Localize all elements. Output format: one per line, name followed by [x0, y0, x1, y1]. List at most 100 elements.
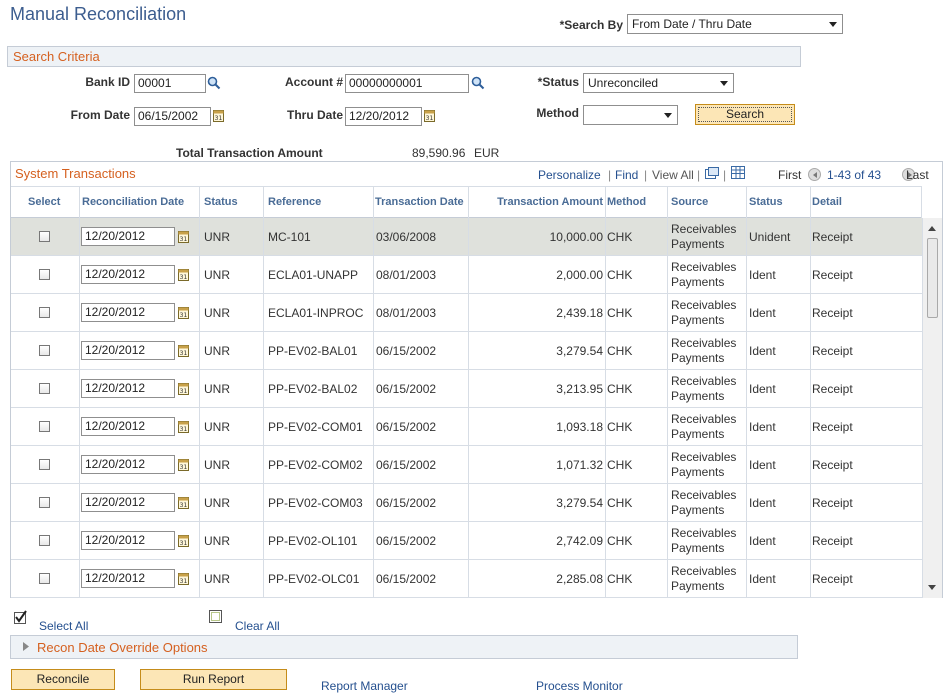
col-status-2[interactable]: Status — [747, 187, 811, 218]
clear-all-link[interactable]: Clear All — [235, 619, 280, 633]
vertical-scrollbar[interactable] — [922, 218, 942, 598]
status-cell: UNR — [200, 332, 264, 369]
recon-date-cell: 12/20/2012 31 — [80, 522, 200, 559]
table-row[interactable]: 12/20/2012 31 UNR ECLA01-UNAPP 08/01/2003 2,0… — [11, 256, 922, 294]
bank-id-input[interactable]: 00001 — [134, 74, 206, 93]
col-status[interactable]: Status — [200, 187, 264, 218]
table-row[interactable]: 12/20/2012 31 UNR ECLA01-INPROC 08/01/2003 2,… — [11, 294, 922, 332]
table-row[interactable]: 12/20/2012 31 UNR MC-101 03/06/2008 10,000.00… — [11, 218, 922, 256]
detail-cell[interactable]: Receipt — [811, 560, 922, 597]
row-select-checkbox[interactable] — [39, 421, 50, 432]
select-all-link[interactable]: Select All — [39, 619, 88, 633]
previous-page-icon[interactable] — [808, 168, 821, 182]
table-row[interactable]: 12/20/2012 31 UNR PP-EV02-BAL01 06/15/2002 3,… — [11, 332, 922, 370]
lookup-icon[interactable] — [207, 76, 221, 90]
status-select[interactable]: Unreconciled — [583, 73, 734, 93]
recon-date-input[interactable]: 12/20/2012 — [81, 455, 175, 474]
method-select[interactable] — [583, 105, 678, 125]
calendar-icon[interactable]: 31 — [178, 230, 189, 243]
calendar-icon[interactable]: 31 — [178, 306, 189, 319]
col-source[interactable]: Source — [668, 187, 747, 218]
process-monitor-link[interactable]: Process Monitor — [536, 679, 623, 693]
col-select[interactable]: Select — [11, 187, 80, 218]
recon-date-input[interactable]: 12/20/2012 — [81, 379, 175, 398]
calendar-icon[interactable]: 31 — [178, 420, 189, 433]
recon-date-input[interactable]: 12/20/2012 — [81, 569, 175, 588]
detail-cell[interactable]: Receipt — [811, 484, 922, 521]
calendar-icon[interactable]: 31 — [178, 344, 189, 357]
table-row[interactable]: 12/20/2012 31 UNR PP-EV02-OLC01 06/15/2002 2,… — [11, 560, 922, 598]
detail-cell[interactable]: Receipt — [811, 332, 922, 369]
transaction-amount-cell: 2,000.00 — [469, 256, 606, 293]
recon-date-input[interactable]: 12/20/2012 — [81, 303, 175, 322]
detail-cell[interactable]: Receipt — [811, 446, 922, 483]
download-spreadsheet-icon[interactable] — [731, 166, 745, 179]
total-amount-value: 89,590.96 — [412, 146, 466, 160]
recon-date-input[interactable]: 12/20/2012 — [81, 341, 175, 360]
row-select-checkbox[interactable] — [39, 383, 50, 394]
table-row[interactable]: 12/20/2012 31 UNR PP-EV02-OL101 06/15/2002 2,… — [11, 522, 922, 560]
view-all-link[interactable]: View All — [652, 168, 694, 182]
table-row[interactable]: 12/20/2012 31 UNR PP-EV02-COM02 06/15/2002 1,… — [11, 446, 922, 484]
row-select-checkbox[interactable] — [39, 573, 50, 584]
calendar-icon[interactable]: 31 — [178, 382, 189, 395]
row-select-checkbox[interactable] — [39, 231, 50, 242]
table-row[interactable]: 12/20/2012 31 UNR PP-EV02-COM01 06/15/2002 1,… — [11, 408, 922, 446]
grid-header-row: Select Reconciliation Date Status Refere… — [11, 186, 922, 218]
search-button[interactable]: Search — [695, 104, 795, 125]
scroll-thumb[interactable] — [927, 238, 938, 318]
calendar-icon[interactable]: 31 — [178, 458, 189, 471]
calendar-icon[interactable]: 31 — [213, 109, 224, 122]
recon-date-input[interactable]: 12/20/2012 — [81, 227, 175, 246]
table-row[interactable]: 12/20/2012 31 UNR PP-EV02-COM03 06/15/2002 3,… — [11, 484, 922, 522]
thru-date-input[interactable]: 12/20/2012 — [345, 107, 422, 126]
recon-date-input[interactable]: 12/20/2012 — [81, 493, 175, 512]
detail-cell[interactable]: Receipt — [811, 256, 922, 293]
row-select-checkbox[interactable] — [39, 497, 50, 508]
detail-cell[interactable]: Receipt — [811, 408, 922, 445]
search-by-select[interactable]: From Date / Thru Date — [627, 14, 843, 34]
detail-cell[interactable]: Receipt — [811, 294, 922, 331]
col-method[interactable]: Method — [606, 187, 668, 218]
select-all-icon[interactable] — [14, 610, 28, 624]
table-row[interactable]: 12/20/2012 31 UNR PP-EV02-BAL02 06/15/2002 3,… — [11, 370, 922, 408]
from-date-input[interactable]: 06/15/2002 — [134, 107, 211, 126]
personalize-link[interactable]: Personalize — [538, 168, 601, 182]
col-reference[interactable]: Reference — [264, 187, 374, 218]
recon-date-input[interactable]: 12/20/2012 — [81, 417, 175, 436]
new-window-icon[interactable] — [705, 167, 719, 179]
row-select-checkbox[interactable] — [39, 307, 50, 318]
row-select-checkbox[interactable] — [39, 459, 50, 470]
lookup-icon[interactable] — [471, 76, 485, 90]
find-link[interactable]: Find — [615, 168, 638, 182]
report-manager-link[interactable]: Report Manager — [321, 679, 408, 693]
calendar-icon[interactable]: 31 — [424, 109, 435, 122]
col-detail[interactable]: Detail — [811, 187, 922, 218]
scroll-down-icon[interactable] — [928, 585, 936, 590]
recon-date-input[interactable]: 12/20/2012 — [81, 265, 175, 284]
recon-override-section[interactable]: Recon Date Override Options — [10, 635, 798, 659]
calendar-icon[interactable]: 31 — [178, 572, 189, 585]
calendar-icon[interactable]: 31 — [178, 496, 189, 509]
reconcile-button[interactable]: Reconcile — [11, 669, 115, 690]
svg-text:31: 31 — [180, 464, 188, 471]
method-cell: CHK — [606, 256, 668, 293]
row-select-checkbox[interactable] — [39, 269, 50, 280]
detail-cell[interactable]: Receipt — [811, 218, 922, 255]
recon-date-input[interactable]: 12/20/2012 — [81, 531, 175, 550]
col-transaction-date[interactable]: Transaction Date — [374, 187, 469, 218]
col-reconciliation-date[interactable]: Reconciliation Date — [80, 187, 200, 218]
calendar-icon[interactable]: 31 — [178, 268, 189, 281]
account-input[interactable]: 00000000001 — [345, 74, 469, 93]
run-report-button[interactable]: Run Report — [140, 669, 287, 690]
scroll-up-icon[interactable] — [928, 226, 936, 231]
detail-cell[interactable]: Receipt — [811, 370, 922, 407]
expand-triangle-icon[interactable] — [22, 641, 30, 652]
row-select-checkbox[interactable] — [39, 345, 50, 356]
col-transaction-amount[interactable]: Transaction Amount — [469, 187, 606, 218]
account-label: Account # — [284, 75, 343, 89]
calendar-icon[interactable]: 31 — [178, 534, 189, 547]
row-select-checkbox[interactable] — [39, 535, 50, 546]
clear-all-icon[interactable] — [209, 610, 222, 623]
detail-cell[interactable]: Receipt — [811, 522, 922, 559]
